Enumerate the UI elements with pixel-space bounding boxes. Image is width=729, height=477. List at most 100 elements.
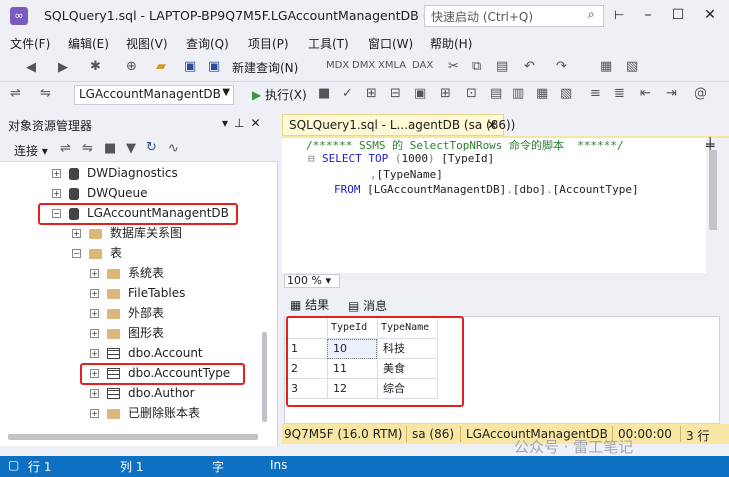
uncomment-icon[interactable]: ≣ bbox=[614, 86, 625, 101]
maximize-button[interactable]: ☐ bbox=[664, 4, 692, 26]
close-button[interactable]: ✕ bbox=[696, 4, 724, 26]
expand-icon[interactable]: + bbox=[52, 189, 61, 198]
paste-icon[interactable]: ▤ bbox=[496, 59, 508, 74]
tree-item-dbo-account[interactable]: + dbo.Account bbox=[90, 343, 203, 363]
intellisense-icon[interactable]: ▣ bbox=[414, 86, 426, 101]
dax-query-icon[interactable]: DAX bbox=[412, 60, 433, 71]
refresh-icon[interactable]: ↻ bbox=[146, 140, 157, 155]
stop-icon[interactable]: ■ bbox=[104, 141, 116, 156]
save-all-icon[interactable]: ▣ bbox=[208, 59, 220, 74]
estimated-plan-icon[interactable]: ⊞ bbox=[366, 86, 377, 101]
horizontal-scrollbar[interactable] bbox=[8, 434, 258, 440]
editor-scroll-thumb[interactable] bbox=[709, 150, 717, 230]
chevron-down-icon: ▼ bbox=[222, 87, 230, 98]
add-item-icon[interactable]: ⊕ bbox=[126, 59, 137, 74]
close-icon[interactable]: ✕ bbox=[250, 116, 266, 130]
tree-item-dropped-ledger-tables[interactable]: + 已删除账本表 bbox=[90, 403, 200, 423]
live-stats-icon[interactable]: ⊡ bbox=[466, 86, 477, 101]
dropdown-icon[interactable]: ▾ bbox=[222, 116, 234, 130]
menu-window[interactable]: 窗口(W) bbox=[368, 35, 413, 52]
menu-view[interactable]: 视图(V) bbox=[126, 35, 168, 52]
results-to-grid-icon[interactable]: ▦ bbox=[536, 86, 548, 101]
forward-icon[interactable]: ▶ bbox=[58, 60, 68, 75]
execute-button[interactable]: ▶ 执行(X) bbox=[252, 86, 307, 103]
vertical-scrollbar[interactable] bbox=[262, 332, 267, 422]
tab-messages[interactable]: ▤ 消息 bbox=[348, 297, 387, 314]
expand-icon[interactable]: + bbox=[90, 309, 99, 318]
redo-icon[interactable]: ↷ bbox=[556, 59, 567, 74]
connect-icon[interactable]: ⇌ bbox=[10, 86, 21, 101]
cancel-query-icon[interactable]: ■ bbox=[318, 86, 330, 101]
specify-values-icon[interactable]: @ bbox=[694, 86, 707, 101]
tree-item-graph-tables[interactable]: + 图形表 bbox=[90, 323, 164, 343]
connect-dropdown[interactable]: 连接 ▾ bbox=[14, 142, 48, 159]
mdx-query-icon[interactable]: MDX bbox=[326, 60, 349, 71]
dmx-query-icon[interactable]: DMX bbox=[352, 60, 375, 71]
tree-item-database-diagrams[interactable]: + 数据库关系图 bbox=[72, 223, 182, 243]
menu-file[interactable]: 文件(F) bbox=[10, 35, 50, 52]
expand-icon[interactable]: + bbox=[52, 169, 61, 178]
menu-help[interactable]: 帮助(H) bbox=[430, 35, 472, 52]
tree-item-dwdiagnostics[interactable]: + DWDiagnostics bbox=[52, 163, 178, 183]
increase-indent-icon[interactable]: ⇥ bbox=[666, 86, 677, 101]
expand-icon[interactable]: + bbox=[90, 349, 99, 358]
tab-sqlquery1[interactable]: SQLQuery1.sql - L...agentDB (sa (86)) ✕ bbox=[282, 114, 515, 136]
collapse-icon[interactable]: − bbox=[72, 249, 81, 258]
tree-item-dwqueue[interactable]: + DWQueue bbox=[52, 183, 148, 203]
expand-icon[interactable]: + bbox=[90, 409, 99, 418]
collapse-marker[interactable]: ⊟ bbox=[308, 152, 315, 165]
expand-icon[interactable]: + bbox=[90, 389, 99, 398]
results-to-text-icon[interactable]: ▥ bbox=[512, 86, 524, 101]
menu-tools[interactable]: 工具(T) bbox=[308, 35, 349, 52]
comment-out-icon[interactable]: ≡ bbox=[590, 86, 601, 101]
search-icon[interactable]: ⌕ bbox=[588, 7, 595, 22]
expand-icon[interactable]: + bbox=[90, 289, 99, 298]
menu-edit[interactable]: 编辑(E) bbox=[68, 35, 109, 52]
new-project-icon[interactable]: ✱ bbox=[90, 59, 101, 74]
query-editor[interactable]: /****** SSMS 的 SelectTopNRows 命令的脚本 ****… bbox=[282, 138, 706, 273]
zoom-dropdown[interactable]: 100 % ▾ bbox=[284, 274, 340, 288]
close-icon[interactable]: ✕ bbox=[487, 118, 497, 132]
filter-icon[interactable]: ▼ bbox=[126, 141, 136, 156]
expand-icon[interactable]: + bbox=[72, 229, 81, 238]
include-plan-icon[interactable]: ⊞ bbox=[440, 86, 451, 101]
tree-item-dbo-author[interactable]: + dbo.Author bbox=[90, 383, 195, 403]
available-databases-dropdown[interactable]: LGAccountManagentDB ▼ bbox=[74, 85, 234, 105]
xmla-query-icon[interactable]: XMLA bbox=[378, 60, 406, 71]
query-designer-icon[interactable]: ⊟ bbox=[390, 86, 401, 101]
ssms-app-icon: ∞ bbox=[10, 7, 28, 25]
client-stats-icon[interactable]: ▤ bbox=[490, 86, 502, 101]
back-icon[interactable]: ◀ bbox=[26, 60, 36, 75]
copy-icon[interactable]: ⧉ bbox=[472, 59, 481, 74]
expand-icon[interactable]: + bbox=[90, 329, 99, 338]
object-explorer-toolbar: 连接 ▾ ⇌ ⇋ ■ ▼ ↻ ∿ bbox=[0, 136, 278, 162]
solution-explorer-icon[interactable]: ▧ bbox=[626, 59, 638, 74]
connect-icon[interactable]: ⇌ bbox=[60, 141, 71, 156]
save-icon[interactable]: ▣ bbox=[184, 59, 196, 74]
tree-item-system-tables[interactable]: + 系统表 bbox=[90, 263, 164, 283]
parse-icon[interactable]: ✓ bbox=[342, 86, 353, 101]
expand-icon[interactable]: + bbox=[90, 269, 99, 278]
tree-item-filetables[interactable]: + FileTables bbox=[90, 283, 185, 303]
tree-item-external-tables[interactable]: + 外部表 bbox=[90, 303, 164, 323]
quick-launch-input[interactable]: 快速启动 (Ctrl+Q) bbox=[424, 5, 604, 27]
tab-results[interactable]: ▦ 结果 bbox=[290, 296, 329, 313]
disconnect-icon[interactable]: ⇋ bbox=[82, 141, 93, 156]
new-query-button[interactable]: 新建查询(N) bbox=[232, 59, 298, 76]
open-file-icon[interactable]: ▰ bbox=[156, 59, 166, 74]
results-to-file-icon[interactable]: ▧ bbox=[560, 86, 572, 101]
row-count: 3 行 bbox=[686, 429, 710, 443]
menu-query[interactable]: 查询(Q) bbox=[186, 35, 229, 52]
menu-project[interactable]: 项目(P) bbox=[248, 35, 289, 52]
disconnect-icon[interactable]: ⇋ bbox=[40, 86, 51, 101]
decrease-indent-icon[interactable]: ⇤ bbox=[640, 86, 651, 101]
undo-icon[interactable]: ↶ bbox=[524, 59, 535, 74]
database-icon bbox=[69, 167, 79, 180]
pin-icon[interactable]: ⊥ bbox=[234, 116, 250, 130]
tree-item-tables[interactable]: − 表 bbox=[72, 243, 122, 263]
activity-monitor-icon[interactable]: ▦ bbox=[600, 59, 612, 74]
activity-icon[interactable]: ∿ bbox=[168, 141, 179, 156]
pin-icon[interactable]: ⊢ bbox=[614, 8, 624, 22]
cut-icon[interactable]: ✂ bbox=[448, 59, 459, 74]
minimize-button[interactable]: – bbox=[634, 4, 662, 26]
